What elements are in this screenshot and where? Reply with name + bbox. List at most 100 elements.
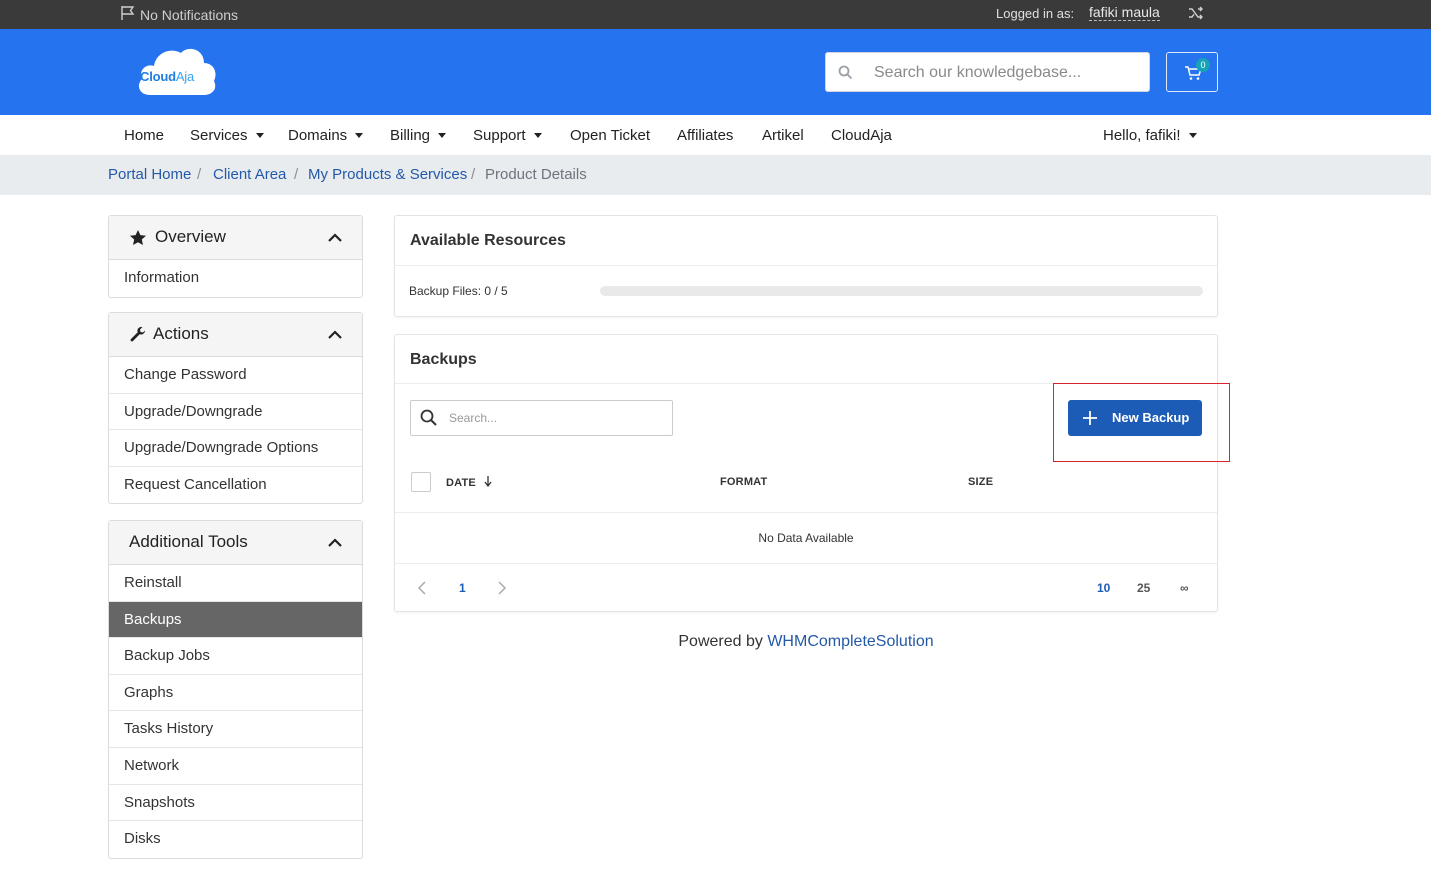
nav-domains-label: Domains — [288, 127, 348, 144]
nav-home[interactable]: Home — [124, 127, 164, 144]
top-bar: No Notifications Logged in as: fafiki ma… — [0, 0, 1431, 29]
nav-open-ticket-label: Open Ticket — [570, 127, 651, 144]
footer-whmcs-link[interactable]: WHMCompleteSolution — [767, 633, 933, 650]
chevron-right-icon[interactable] — [497, 581, 507, 598]
sidebar-item-upgrade-downgrade[interactable]: Upgrade/Downgrade — [109, 394, 362, 431]
column-format-label: FORMAT — [720, 476, 768, 488]
overview-title: Overview — [155, 227, 226, 246]
overview-panel-header[interactable]: Overview — [109, 216, 362, 260]
sidebar-item-upgrade-downgrade-options[interactable]: Upgrade/Downgrade Options — [109, 430, 362, 467]
arrow-down-icon — [484, 476, 492, 490]
backups-card: Backups New Backup DATE FORMAT SIZE No D… — [394, 334, 1218, 612]
shuffle-icon[interactable] — [1188, 5, 1204, 24]
breadcrumb-portal-home[interactable]: Portal Home — [108, 166, 191, 183]
column-date-label: DATE — [446, 477, 476, 489]
empty-state-text: No Data Available — [758, 531, 854, 545]
additional-tools-panel: Additional Tools Reinstall Backups Backu… — [108, 520, 363, 859]
actions-title: Actions — [153, 324, 209, 343]
backup-files-progress — [600, 286, 1203, 296]
breadcrumb-my-products[interactable]: My Products & Services — [308, 166, 467, 183]
available-resources-card: Available Resources Backup Files: 0 / 5 — [394, 215, 1218, 317]
divider — [395, 563, 1217, 564]
page-size-all[interactable]: ∞ — [1180, 581, 1189, 595]
caret-down-icon — [355, 133, 364, 138]
nav-support[interactable]: Support — [473, 127, 542, 144]
breadcrumb: Portal Home / Client Area / My Products … — [0, 155, 1431, 195]
page-size-25[interactable]: 25 — [1137, 581, 1150, 595]
chevron-up-icon[interactable] — [327, 328, 343, 346]
chevron-left-icon[interactable] — [417, 581, 427, 598]
footer: Powered by WHMCompleteSolution — [394, 633, 1218, 651]
column-header-size[interactable]: SIZE — [968, 476, 993, 488]
sidebar-item-reinstall[interactable]: Reinstall — [109, 565, 362, 602]
cart-button[interactable]: 0 — [1166, 52, 1218, 92]
backups-search[interactable] — [410, 400, 673, 436]
user-greeting: Hello, fafiki! — [1103, 127, 1181, 144]
nav-services-label: Services — [190, 127, 248, 144]
breadcrumb-client-area[interactable]: Client Area — [213, 166, 286, 183]
additional-tools-panel-header[interactable]: Additional Tools — [109, 521, 362, 565]
logged-in-label: Logged in as: — [996, 6, 1075, 21]
backups-search-input[interactable] — [449, 409, 659, 427]
nav-billing[interactable]: Billing — [390, 127, 447, 144]
column-size-label: SIZE — [968, 476, 994, 488]
sidebar-item-snapshots[interactable]: Snapshots — [109, 785, 362, 822]
sidebar-item-information[interactable]: Information — [109, 260, 362, 297]
logo-text-suffix: Aja — [175, 69, 195, 84]
column-header-format[interactable]: FORMAT — [720, 476, 767, 488]
breadcrumb-separator: / — [294, 166, 299, 183]
user-menu[interactable]: Hello, fafiki! — [1103, 127, 1197, 144]
logo-text: Cloud — [140, 69, 176, 84]
nav-services[interactable]: Services — [190, 127, 264, 144]
header: CloudAja 0 — [0, 29, 1431, 115]
search-icon — [838, 65, 853, 85]
page-1-button[interactable]: 1 — [459, 581, 466, 595]
backups-title: Backups — [410, 351, 477, 368]
nav-affiliates[interactable]: Affiliates — [677, 127, 733, 144]
notifications-link[interactable]: No Notifications — [120, 5, 238, 24]
nav-artikel[interactable]: Artikel — [762, 127, 804, 144]
backup-files-label: Backup Files: 0 / 5 — [409, 284, 508, 298]
sidebar-item-network[interactable]: Network — [109, 748, 362, 785]
sidebar-item-backup-jobs[interactable]: Backup Jobs — [109, 638, 362, 675]
nav-billing-label: Billing — [390, 127, 431, 144]
nav-home-label: Home — [124, 127, 165, 144]
knowledgebase-search-input[interactable] — [874, 61, 1139, 85]
flag-icon — [120, 5, 136, 24]
breadcrumb-separator: / — [197, 166, 202, 183]
available-resources-title: Available Resources — [410, 232, 566, 249]
nav-domains[interactable]: Domains — [288, 127, 364, 144]
nav-open-ticket[interactable]: Open Ticket — [570, 127, 650, 144]
nav-support-label: Support — [473, 127, 526, 144]
page-size-10[interactable]: 10 — [1097, 581, 1110, 595]
sidebar-item-backups[interactable]: Backups — [109, 601, 362, 639]
actions-panel: Actions Change Password Upgrade/Downgrad… — [108, 312, 363, 505]
actions-panel-header[interactable]: Actions — [109, 313, 362, 357]
divider — [395, 265, 1217, 266]
sidebar-item-graphs[interactable]: Graphs — [109, 675, 362, 712]
overview-panel: Overview Information — [108, 215, 363, 298]
additional-tools-title: Additional Tools — [129, 532, 248, 551]
select-all-checkbox[interactable] — [411, 472, 431, 492]
divider — [395, 512, 1217, 513]
main-nav: Home Services Domains Billing Support Op… — [0, 115, 1431, 155]
sidebar-item-request-cancellation[interactable]: Request Cancellation — [109, 467, 362, 504]
caret-down-icon — [1188, 133, 1197, 138]
notifications-label: No Notifications — [140, 6, 239, 23]
column-header-date[interactable]: DATE — [446, 476, 492, 490]
star-icon — [129, 229, 147, 252]
breadcrumb-product-details: Product Details — [485, 166, 587, 183]
knowledgebase-search[interactable] — [825, 52, 1150, 92]
nav-cloudaja-label: CloudAja — [831, 127, 892, 144]
nav-affiliates-label: Affiliates — [677, 127, 734, 144]
sidebar-item-disks[interactable]: Disks — [109, 821, 362, 858]
nav-cloudaja[interactable]: CloudAja — [831, 127, 892, 144]
sidebar-item-change-password[interactable]: Change Password — [109, 357, 362, 394]
nav-artikel-label: Artikel — [762, 127, 804, 144]
user-name-link[interactable]: fafiki maula — [1089, 4, 1160, 21]
logo[interactable]: CloudAja — [136, 45, 218, 97]
chevron-up-icon[interactable] — [327, 536, 343, 554]
sidebar-item-tasks-history[interactable]: Tasks History — [109, 711, 362, 748]
caret-down-icon — [255, 133, 264, 138]
chevron-up-icon[interactable] — [327, 231, 343, 249]
